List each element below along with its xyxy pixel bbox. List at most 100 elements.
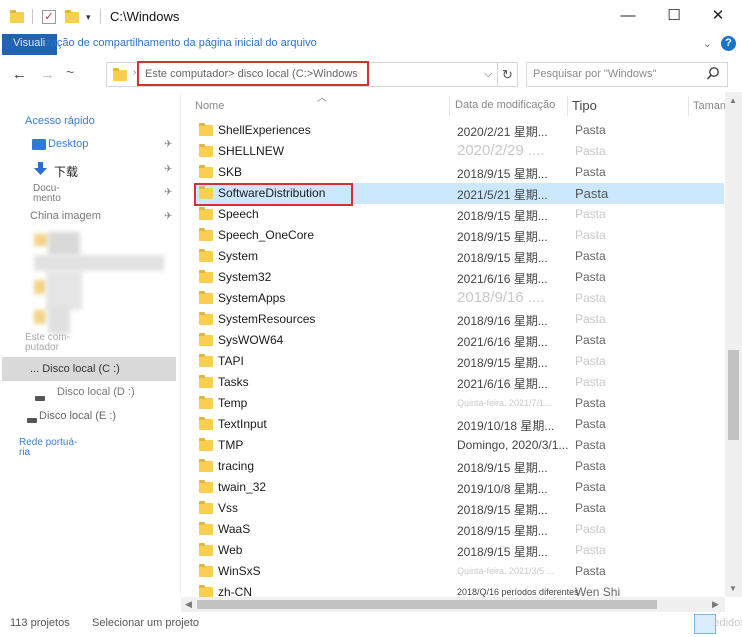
table-row[interactable]: System32 2021/6/16 星期... Pasta <box>194 267 724 288</box>
table-row[interactable]: SoftwareDistribution 2021/5/21 星期... Pasta <box>194 183 724 204</box>
search-box[interactable]: Pesquisar por "Windows" <box>526 62 728 87</box>
table-row[interactable]: SystemApps 2018/9/16 .... Pasta <box>194 288 724 309</box>
table-row[interactable]: SystemResources 2018/9/16 星期... Pasta <box>194 309 724 330</box>
details-view-button[interactable] <box>694 614 716 634</box>
table-row[interactable]: SKB 2018/9/15 星期... Pasta <box>194 162 724 183</box>
search-icon[interactable] <box>706 66 720 85</box>
file-name[interactable]: SKB <box>218 165 242 179</box>
file-name[interactable]: zh-CN <box>218 585 252 597</box>
file-name[interactable]: WaaS <box>218 522 250 536</box>
minimize-button[interactable]: — <box>608 4 648 28</box>
folder-icon <box>199 228 213 244</box>
table-row[interactable]: Speech 2018/9/15 星期... Pasta <box>194 204 724 225</box>
pin-icon[interactable]: ✈ <box>164 139 172 150</box>
file-name[interactable]: SysWOW64 <box>218 333 283 347</box>
scroll-right-arrow[interactable]: ▶ <box>712 599 719 610</box>
file-name[interactable]: SystemResources <box>218 312 315 326</box>
scroll-up-arrow[interactable]: ▲ <box>729 96 737 105</box>
file-name[interactable]: Tasks <box>218 375 249 389</box>
table-row[interactable]: SysWOW64 2021/6/16 星期... Pasta <box>194 330 724 351</box>
table-row[interactable]: ShellExperiences 2020/2/21 星期... Pasta <box>194 120 724 141</box>
close-button[interactable]: ✕ <box>698 4 738 28</box>
file-name[interactable]: WinSxS <box>218 564 261 578</box>
address-bar[interactable]: › Este computador> disco local (C:>Windo… <box>106 62 498 87</box>
address-dropdown-icon[interactable]: ⌵ <box>484 68 492 81</box>
table-row[interactable]: tracing 2018/9/15 星期... Pasta <box>194 456 724 477</box>
pin-icon[interactable]: ✈ <box>164 187 172 198</box>
column-header-name[interactable]: Nome <box>195 100 224 112</box>
sidebar-item-china-images[interactable]: China imagem <box>30 210 101 222</box>
table-row[interactable]: zh-CN 2018/Q/16 períodos diferentes Wen Sh… <box>194 582 724 597</box>
sidebar-item-drive-c[interactable]: ... Disco local (C :) <box>30 363 120 375</box>
table-row[interactable]: WaaS 2018/9/15 星期... Pasta <box>194 519 724 540</box>
maximize-button[interactable]: ☐ <box>654 4 694 28</box>
scroll-left-arrow[interactable]: ◀ <box>185 599 192 610</box>
file-date: 2018/9/15 星期... <box>457 251 548 265</box>
file-type: Pasta <box>575 249 606 263</box>
file-name[interactable]: TAPI <box>218 354 244 368</box>
file-name[interactable]: Temp <box>218 396 247 410</box>
file-name[interactable]: System32 <box>218 270 271 284</box>
sidebar-item-downloads[interactable]: 下载 <box>54 163 78 180</box>
file-name[interactable]: Speech_OneCore <box>218 228 314 242</box>
sidebar-item-this-pc[interactable]: Este com-putador <box>25 333 70 353</box>
file-name[interactable]: SystemApps <box>218 291 285 305</box>
vertical-scrollbar[interactable]: ▲ ▼ <box>725 92 742 597</box>
table-row[interactable]: Temp Quinta-feira, 2021/7/1... Pasta <box>194 393 724 414</box>
table-row[interactable]: System 2018/9/15 星期... Pasta <box>194 246 724 267</box>
sidebar-item-documents[interactable]: Docu-mento <box>33 184 61 204</box>
column-separator[interactable] <box>567 96 568 116</box>
file-name[interactable]: Web <box>218 543 242 557</box>
expand-ribbon-icon[interactable]: ⌄ <box>703 37 712 50</box>
horizontal-scroll-thumb[interactable] <box>197 600 657 609</box>
table-row[interactable]: TAPI 2018/9/15 星期... Pasta <box>194 351 724 372</box>
column-header-type[interactable]: Tipo <box>572 98 597 113</box>
file-name[interactable]: ShellExperiences <box>218 123 311 137</box>
table-row[interactable]: Vss 2018/9/15 星期... Pasta <box>194 498 724 519</box>
table-row[interactable]: TextInput 2019/10/18 星期... Pasta <box>194 414 724 435</box>
new-folder-icon[interactable] <box>65 8 79 26</box>
sidebar-item-quick-access[interactable]: Acesso rápido <box>25 115 95 127</box>
ribbon-tabs[interactable]: Visualização de compartilhamento da pági… <box>13 37 317 49</box>
properties-icon[interactable]: ✓ <box>42 8 56 26</box>
file-name[interactable]: tracing <box>218 459 254 473</box>
table-row[interactable]: Web 2018/9/15 星期... Pasta <box>194 540 724 561</box>
table-row[interactable]: WinSxS Quinta-feira, 2021/3/5 ... Pasta <box>194 561 724 582</box>
table-row[interactable]: SHELLNEW 2020/2/29 .... Pasta <box>194 141 724 162</box>
sidebar-item-drive-e[interactable]: Disco local (E :) <box>39 410 116 422</box>
table-row[interactable]: twain_32 2019/10/8 星期... Pasta <box>194 477 724 498</box>
forward-button[interactable]: → <box>40 66 55 83</box>
address-path[interactable]: Este computador> disco local (C:>Windows <box>145 68 358 80</box>
sidebar-item-drive-d[interactable]: Disco local (D :) <box>57 386 135 398</box>
sidebar-item-network[interactable]: Rede portuá-ria <box>19 438 77 458</box>
table-row[interactable]: Speech_OneCore 2018/9/15 星期... Pasta <box>194 225 724 246</box>
customize-quick-access-icon[interactable]: ▾ <box>86 8 91 26</box>
sidebar-item-desktop[interactable]: Desktop <box>48 138 88 150</box>
file-date: 2021/6/16 星期... <box>457 272 548 286</box>
horizontal-scrollbar[interactable]: ◀ ▶ <box>181 597 725 612</box>
column-separator[interactable] <box>688 96 689 116</box>
pin-icon[interactable]: ✈ <box>164 211 172 222</box>
recent-locations-button[interactable]: ~ <box>66 64 74 80</box>
file-name[interactable]: TextInput <box>218 417 267 431</box>
file-name[interactable]: TMP <box>218 438 243 452</box>
file-name[interactable]: System <box>218 249 258 263</box>
back-button[interactable]: ← <box>12 66 27 83</box>
table-row[interactable]: TMP Domingo, 2020/3/1... Pasta <box>194 435 724 456</box>
folder-icon <box>199 144 213 160</box>
column-separator[interactable] <box>449 96 450 116</box>
file-name[interactable]: Speech <box>218 207 259 221</box>
scroll-down-arrow[interactable]: ▼ <box>729 584 737 593</box>
vertical-scroll-thumb[interactable] <box>728 350 739 440</box>
file-name[interactable]: SoftwareDistribution <box>218 186 325 200</box>
table-row[interactable]: Tasks 2021/6/16 星期... Pasta <box>194 372 724 393</box>
help-icon[interactable]: ? <box>721 36 736 51</box>
search-input[interactable]: Pesquisar por "Windows" <box>533 68 656 80</box>
blurred-region <box>34 255 164 271</box>
pin-icon[interactable]: ✈ <box>164 164 172 175</box>
refresh-button[interactable]: ↻ <box>498 62 518 87</box>
column-header-date[interactable]: Data de modificação <box>455 99 555 111</box>
file-name[interactable]: SHELLNEW <box>218 144 284 158</box>
file-name[interactable]: twain_32 <box>218 480 266 494</box>
file-name[interactable]: Vss <box>218 501 238 515</box>
